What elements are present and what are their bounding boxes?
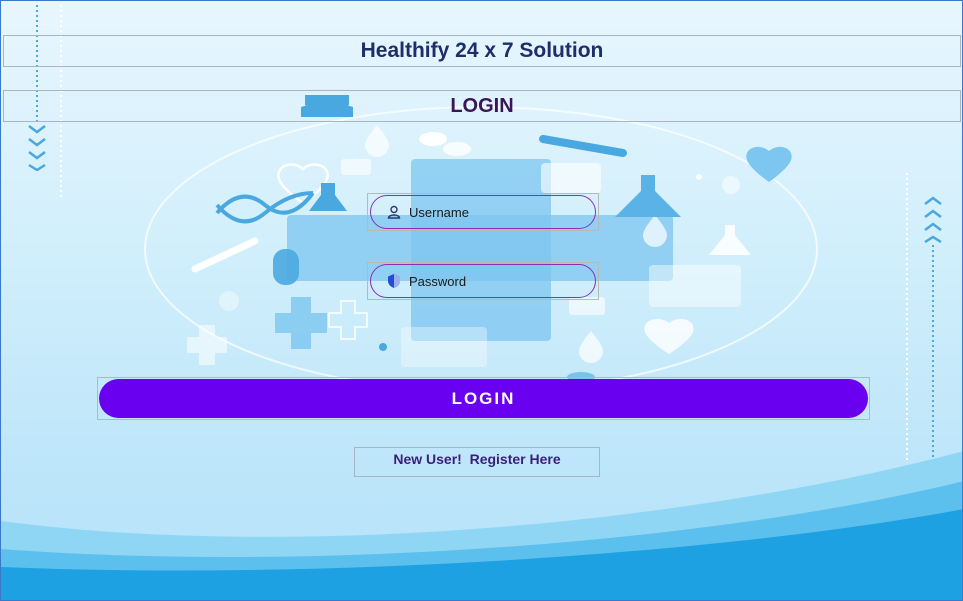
register-link[interactable]: New User! Register Here	[393, 451, 560, 467]
login-button-container: LOGIN	[97, 377, 870, 420]
password-field[interactable]	[370, 264, 596, 298]
password-field-container	[367, 262, 599, 300]
register-link-container: New User! Register Here	[354, 447, 600, 477]
username-input[interactable]	[409, 204, 579, 220]
chevrons-up-icon	[924, 196, 942, 243]
shield-icon	[388, 274, 400, 288]
username-field-container	[367, 193, 599, 231]
chevrons-down-icon	[28, 125, 46, 171]
app-header: Healthify 24 x 7 Solution	[3, 35, 961, 67]
user-icon	[387, 205, 401, 219]
password-input[interactable]	[409, 273, 579, 289]
username-field[interactable]	[370, 195, 596, 229]
app-title: Healthify 24 x 7 Solution	[360, 39, 604, 62]
login-heading-bar: LOGIN	[3, 90, 961, 122]
login-screen: Healthify 24 x 7 Solution LOGIN LOGIN Ne…	[0, 0, 963, 601]
login-heading: LOGIN	[450, 94, 514, 117]
login-button[interactable]: LOGIN	[99, 379, 868, 418]
